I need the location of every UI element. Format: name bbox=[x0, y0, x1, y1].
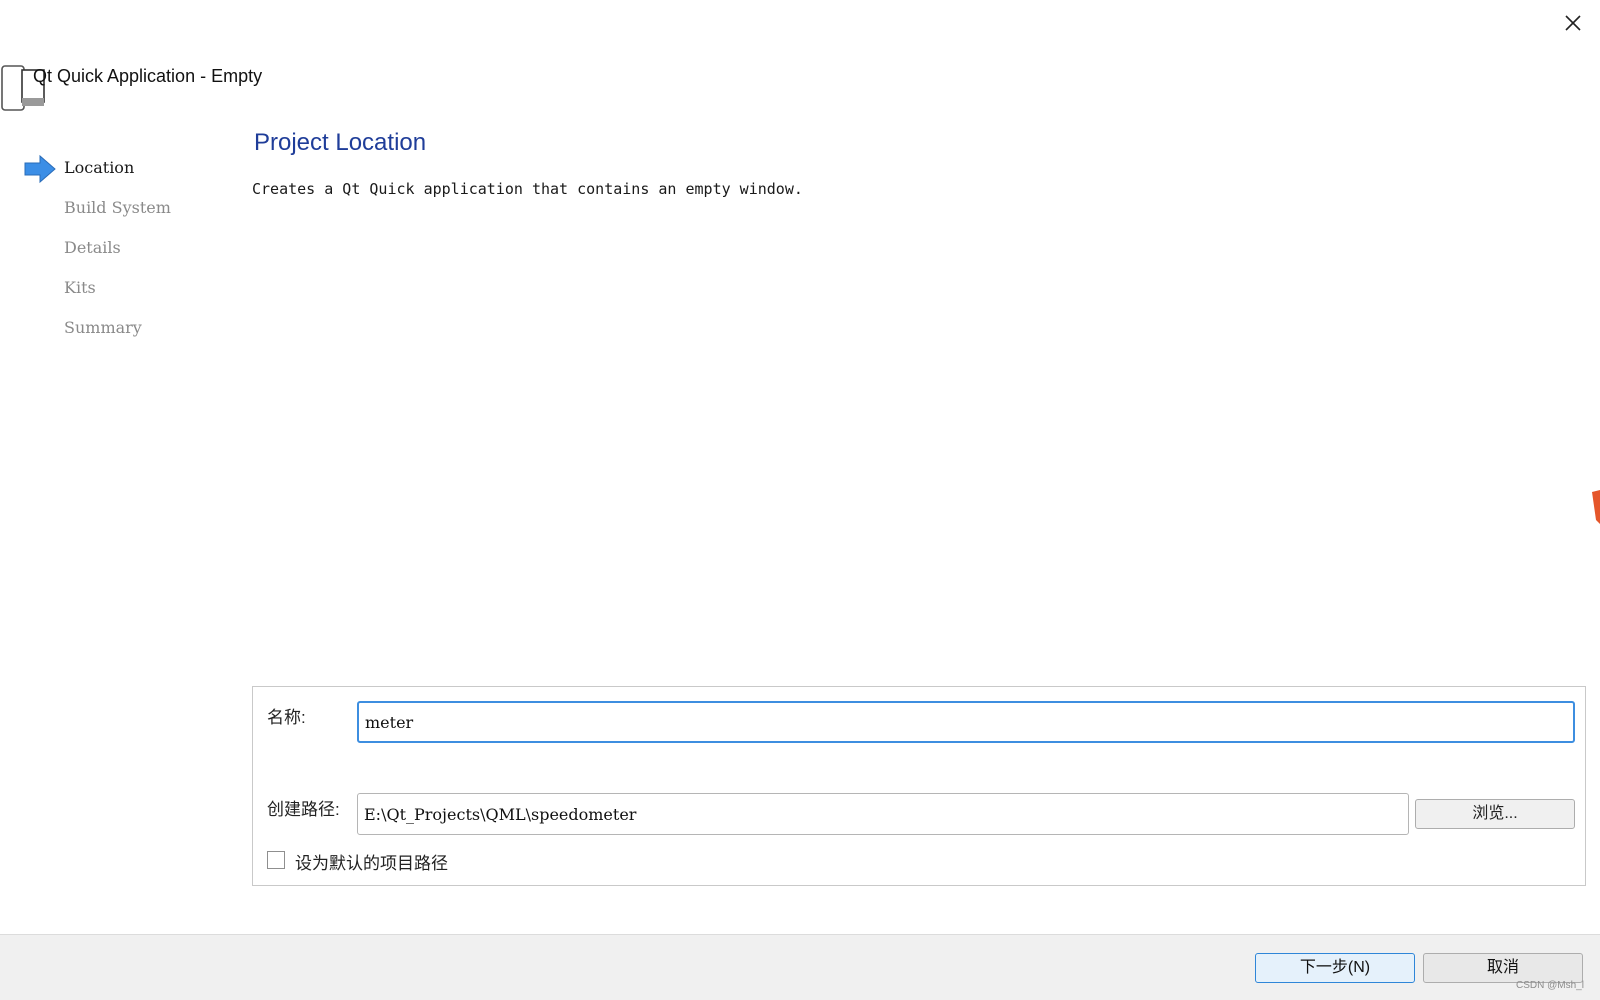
step-label: Location bbox=[64, 158, 135, 177]
browse-button[interactable]: 浏览... bbox=[1415, 799, 1575, 829]
step-build-system: Build System bbox=[0, 190, 230, 230]
dialog-footer: 下一步(N) 取消 bbox=[0, 934, 1600, 1000]
step-details: Details bbox=[0, 230, 230, 270]
step-label: Details bbox=[64, 238, 121, 257]
edge-overlay-mark bbox=[1592, 490, 1600, 524]
watermark: CSDN @Msh_l bbox=[1516, 980, 1584, 991]
close-icon bbox=[1565, 15, 1581, 31]
step-label: Build System bbox=[64, 198, 171, 217]
step-kits: Kits bbox=[0, 270, 230, 310]
window-title: Qt Quick Application - Empty bbox=[33, 66, 263, 86]
step-summary: Summary bbox=[0, 310, 230, 350]
default-path-label[interactable]: 设为默认的项目路径 bbox=[295, 849, 448, 874]
step-label: Summary bbox=[64, 318, 142, 337]
name-label: 名称: bbox=[267, 708, 306, 727]
step-location: Location bbox=[0, 150, 230, 190]
page-title: Project Location bbox=[254, 129, 427, 156]
project-name-input[interactable] bbox=[357, 701, 1575, 743]
wizard-window: Qt Quick Application - Empty Location Bu… bbox=[0, 0, 1600, 1000]
current-step-arrow-icon bbox=[24, 154, 56, 184]
next-button[interactable]: 下一步(N) bbox=[1255, 953, 1415, 983]
page-description: Creates a Qt Quick application that cont… bbox=[252, 180, 803, 198]
wizard-steps: Location Build System Details Kits Summa… bbox=[0, 150, 230, 350]
cancel-button[interactable]: 取消 bbox=[1423, 953, 1583, 983]
step-label: Kits bbox=[64, 278, 96, 297]
close-button[interactable] bbox=[1556, 8, 1590, 38]
project-path-input[interactable] bbox=[357, 793, 1409, 835]
default-path-checkbox[interactable] bbox=[267, 851, 285, 869]
path-label: 创建路径: bbox=[267, 800, 340, 819]
location-form: 名称: 创建路径: 浏览... 设为默认的项目路径 bbox=[252, 686, 1586, 886]
